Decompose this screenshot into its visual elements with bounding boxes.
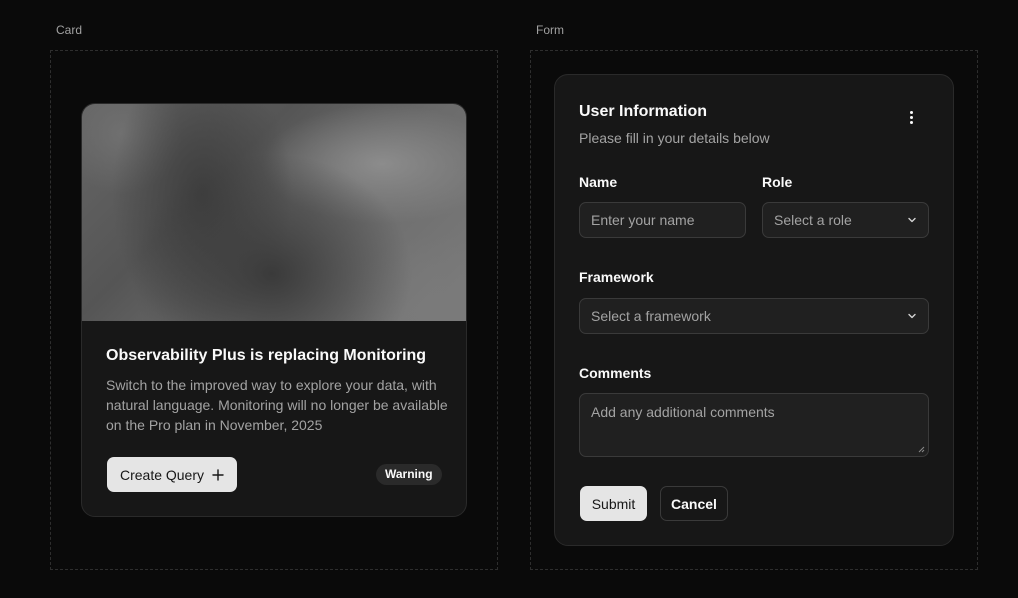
form-subtitle: Please fill in your details below xyxy=(579,130,770,146)
role-select[interactable]: Select a role xyxy=(762,202,929,238)
create-query-button[interactable]: Create Query xyxy=(107,457,237,492)
form-title: User Information xyxy=(579,103,708,120)
user-information-form: User Information Please fill in your det… xyxy=(554,74,954,546)
chevron-down-icon xyxy=(908,313,916,319)
warning-badge: Warning xyxy=(376,464,442,485)
cancel-button[interactable]: Cancel xyxy=(660,486,728,521)
resize-handle-icon[interactable] xyxy=(917,445,925,453)
submit-button[interactable]: Submit xyxy=(580,486,647,521)
create-query-label: Create Query xyxy=(119,466,205,483)
announcement-card: Observability Plus is replacing Monitori… xyxy=(81,103,467,517)
framework-select-value: Select a framework xyxy=(591,308,711,324)
framework-select[interactable]: Select a framework xyxy=(579,298,929,334)
plus-icon xyxy=(212,468,224,482)
name-input-placeholder: Enter your name xyxy=(591,212,695,228)
comments-textarea[interactable]: Add any additional comments xyxy=(579,393,929,457)
card-section-label: Card xyxy=(56,23,83,37)
form-section-label: Form xyxy=(536,23,564,37)
name-input[interactable]: Enter your name xyxy=(579,202,746,238)
comments-placeholder: Add any additional comments xyxy=(591,404,775,420)
more-vertical-icon[interactable] xyxy=(903,109,919,125)
name-label: Name xyxy=(579,174,618,190)
card-description: Switch to the improved way to explore yo… xyxy=(106,377,448,433)
role-select-value: Select a role xyxy=(774,212,852,228)
chevron-down-icon xyxy=(908,217,916,223)
role-label: Role xyxy=(762,174,793,190)
card-title: Observability Plus is replacing Monitori… xyxy=(106,347,427,364)
card-cover-image xyxy=(82,104,466,321)
framework-label: Framework xyxy=(579,269,654,285)
comments-label: Comments xyxy=(579,365,652,381)
